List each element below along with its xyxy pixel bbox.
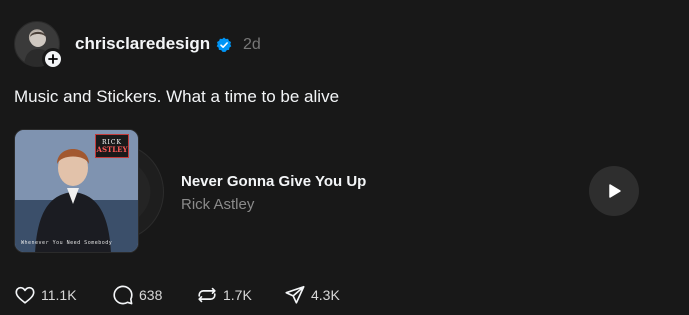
repost-icon [198, 287, 216, 303]
verified-badge-icon [216, 37, 232, 52]
comment-count: 638 [139, 287, 163, 303]
post-timestamp[interactable]: 2d [243, 36, 261, 54]
comment-icon [113, 285, 133, 305]
play-button[interactable] [589, 166, 639, 216]
like-button[interactable]: 11.1K [14, 284, 77, 306]
follow-plus-button[interactable] [42, 48, 64, 70]
thread-post: chrisclaredesign 2d Music and Stickers. … [0, 0, 689, 315]
username-link[interactable]: chrisclaredesign [75, 34, 210, 54]
repost-count: 1.7K [223, 287, 252, 303]
send-icon [285, 285, 305, 304]
share-count: 4.3K [311, 287, 340, 303]
post-caption: Music and Stickers. What a time to be al… [14, 87, 340, 106]
comment-button[interactable]: 638 [112, 284, 162, 306]
plus-icon [48, 54, 58, 64]
artist-name: Rick Astley [181, 196, 255, 213]
like-count: 11.1K [41, 287, 77, 303]
heart-icon [15, 286, 35, 304]
album-art[interactable]: RICK ASTLEY Whenever You Need Somebody [14, 129, 139, 253]
song-title[interactable]: Never Gonna Give You Up [181, 173, 366, 190]
music-card[interactable]: RICK ASTLEY Whenever You Need Somebody N… [14, 129, 644, 253]
album-logo: RICK ASTLEY [95, 134, 129, 158]
avatar[interactable] [14, 21, 64, 70]
share-button[interactable]: 4.3K [284, 284, 340, 306]
play-icon [609, 184, 621, 198]
album-subtitle: Whenever You Need Somebody [21, 240, 113, 246]
repost-button[interactable]: 1.7K [196, 284, 252, 306]
